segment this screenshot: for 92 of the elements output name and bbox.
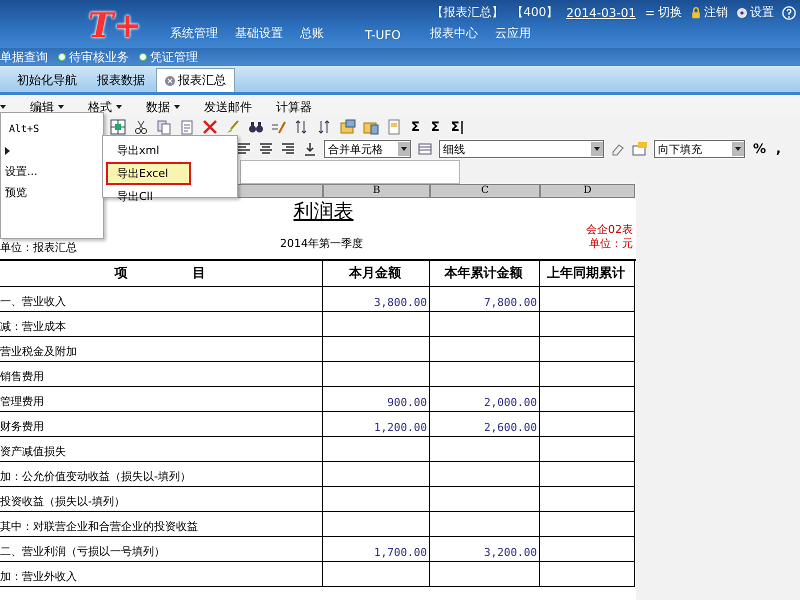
unit-label: 单位：元	[588, 236, 634, 252]
shortcut-label: Alt+S	[9, 124, 40, 135]
column-header[interactable]: C	[430, 184, 540, 198]
context-label: 【报表汇总】	[431, 4, 504, 21]
insert-row-icon[interactable]	[340, 119, 356, 135]
sum-tool[interactable]: Σ	[428, 120, 442, 134]
replace-icon[interactable]	[271, 119, 287, 135]
lock-icon[interactable]	[690, 6, 702, 18]
dropdown-field[interactable]: 向下填充	[654, 140, 745, 158]
table-cell: 销售费用	[0, 362, 323, 387]
column-header[interactable]: D	[540, 184, 635, 198]
table-cell: 900.00	[323, 387, 430, 412]
table-cell: 加：公允价值变动收益（损失以-填列）	[0, 462, 323, 487]
align-right-icon[interactable]	[280, 141, 296, 157]
binoculars-icon[interactable]	[248, 119, 264, 135]
brush-icon[interactable]	[225, 119, 241, 135]
menu-item[interactable]: 计算器	[276, 98, 312, 116]
table-cell: 减：营业成本	[0, 312, 323, 337]
table-header: 上年同期累计	[540, 261, 635, 287]
grid-icon[interactable]	[110, 119, 126, 135]
form-code: 会企02表	[586, 223, 633, 236]
document-icon[interactable]	[386, 119, 402, 135]
align-left-icon[interactable]	[236, 141, 252, 157]
account-label: 【400】	[511, 4, 558, 21]
table-cell: 二、营业利润（亏损以一号填列）	[0, 537, 323, 562]
quick-link[interactable]: 单据查询	[0, 48, 48, 66]
table-cell: 1,200.00	[323, 412, 430, 437]
logo: T+	[87, 5, 143, 48]
table-cell: 1,700.00	[323, 537, 430, 562]
delete-icon[interactable]	[202, 119, 218, 135]
table-cell: 2,000.00	[430, 387, 540, 412]
menu-item[interactable]: 预览	[5, 185, 27, 200]
table-cell: 其中：对联营企业和合营企业的投资收益	[0, 512, 323, 537]
sum-tool[interactable]: Σ	[409, 120, 422, 134]
submenu-arrow-icon[interactable]	[5, 146, 10, 154]
table-cell: 管理费用	[0, 387, 323, 412]
tab[interactable]: 初始化导航	[8, 68, 86, 92]
quick-link[interactable]: 凭证管理	[150, 48, 198, 66]
table-cell: 3,800.00	[323, 287, 430, 312]
menu-item[interactable]: 数据	[146, 98, 170, 116]
help-icon[interactable]	[782, 6, 796, 20]
table-header: 项 目	[0, 261, 323, 287]
table-cell: 2,600.00	[430, 412, 540, 437]
table-cell: 营业税金及附加	[0, 337, 323, 362]
quick-link[interactable]: 待审核业务	[69, 48, 129, 66]
copy-icon[interactable]	[156, 119, 172, 135]
menu-item[interactable]: 导出Excel	[106, 162, 191, 185]
nav-item[interactable]: 总账	[300, 25, 365, 42]
dropdown-field[interactable]: 细线	[439, 140, 604, 158]
table-cell: 财务费用	[0, 412, 323, 437]
table-header: 本年累计金额	[430, 261, 540, 287]
menu-item[interactable]: 设置...	[5, 164, 38, 179]
sum-tool[interactable]: Σ|	[448, 120, 466, 134]
table-cell: 投资收益（损失以-填列）	[0, 487, 323, 512]
header-action[interactable]: 设置	[750, 4, 774, 21]
menu-item[interactable]: 编辑	[30, 98, 54, 116]
column-header[interactable]: B	[323, 184, 430, 198]
menu-item[interactable]: 导出xml	[106, 139, 191, 162]
header-action[interactable]: 切换	[658, 4, 682, 21]
header-action[interactable]: 注销	[704, 4, 728, 21]
table-cell: 资产减值损失	[0, 437, 323, 462]
nav-item[interactable]: 报表中心	[430, 25, 495, 42]
formula-input[interactable]	[240, 160, 460, 184]
menu-item[interactable]: 发送邮件	[204, 98, 252, 116]
card-icon[interactable]	[632, 141, 648, 157]
menu-item[interactable]: 格式	[88, 98, 112, 116]
nav-item[interactable]: 系统管理	[170, 25, 235, 42]
close-icon[interactable]	[165, 76, 175, 86]
table-cell: 加：营业外收入	[0, 562, 323, 587]
unit-label: 单位：报表汇总	[0, 240, 77, 255]
nav-item[interactable]: 基础设置	[235, 25, 300, 42]
scissors-icon[interactable]	[133, 119, 149, 135]
caret-icon[interactable]	[116, 105, 122, 109]
date-link[interactable]: 2014-03-01	[566, 6, 636, 20]
menu-item[interactable]: 导出Cll	[106, 185, 191, 208]
table-icon[interactable]	[417, 141, 433, 157]
table-cell: 7,800.00	[430, 287, 540, 312]
align-center-icon[interactable]	[258, 141, 274, 157]
dropdown-field[interactable]: 合并单元格	[324, 140, 411, 158]
format-tool[interactable]: %	[751, 142, 768, 156]
format-tool[interactable]: ,	[774, 142, 783, 156]
period-label: 2014年第一季度	[280, 236, 363, 251]
nav-item[interactable]: 云应用	[495, 25, 560, 42]
caret-icon[interactable]	[174, 105, 180, 109]
nav-item[interactable]: T-UFO	[365, 28, 430, 42]
table-cell: 3,200.00	[430, 537, 540, 562]
table-cell: 一、营业收入	[0, 287, 323, 312]
align-bottom-icon[interactable]	[302, 141, 318, 157]
table-header: 本月金额	[323, 261, 430, 287]
tab[interactable]: 报表数据	[88, 68, 154, 92]
paste-icon[interactable]	[179, 119, 195, 135]
tab[interactable]: 报表汇总	[156, 68, 235, 92]
